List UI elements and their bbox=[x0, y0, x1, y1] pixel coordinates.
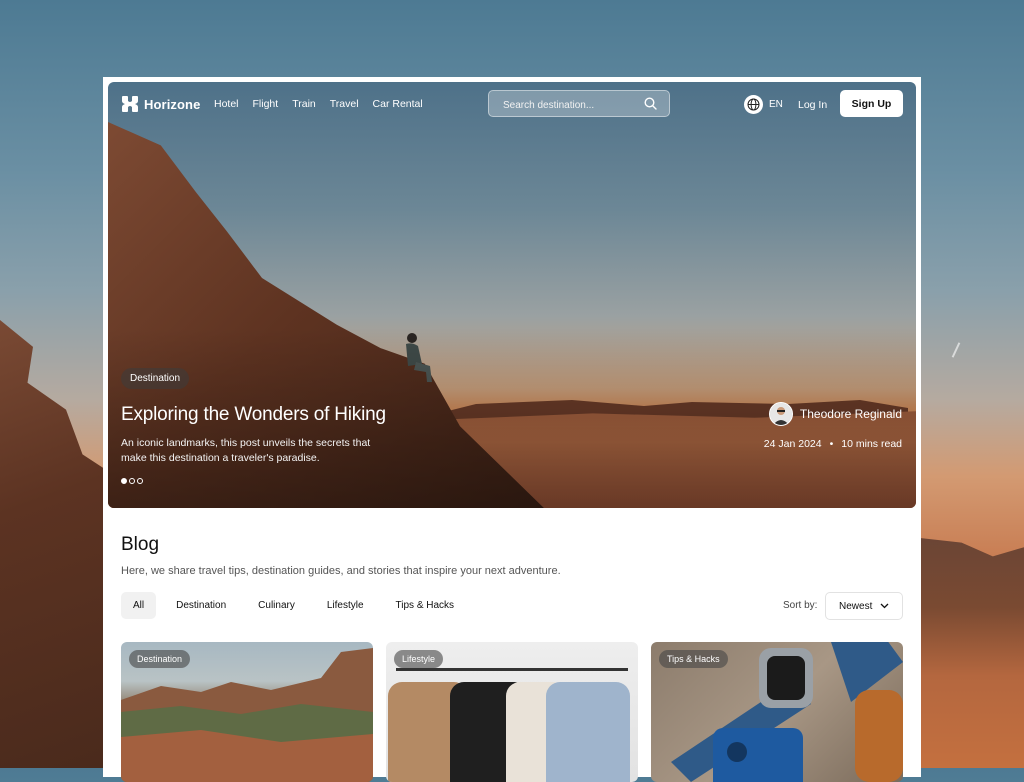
chevron-down-icon bbox=[880, 603, 889, 609]
signup-button[interactable]: Sign Up bbox=[840, 90, 903, 117]
search-input[interactable] bbox=[501, 96, 640, 114]
post-date: 24 Jan 2024 bbox=[763, 438, 822, 450]
blog-card-tips-hacks[interactable]: Tips & Hacks bbox=[651, 642, 903, 782]
hero-banner: Horizone Hotel Flight Train Travel Car R… bbox=[108, 82, 916, 508]
login-link[interactable]: Log In bbox=[798, 99, 827, 111]
nav-link-car-rental[interactable]: Car Rental bbox=[373, 98, 423, 110]
category-filters: All Destination Culinary Lifestyle Tips … bbox=[121, 592, 474, 619]
clothes-rack bbox=[396, 668, 628, 671]
hero-meta: 24 Jan 2024 • 10 mins read bbox=[764, 438, 902, 450]
sort-value: Newest bbox=[839, 600, 873, 612]
nav-link-travel[interactable]: Travel bbox=[330, 98, 359, 110]
search-icon[interactable] bbox=[644, 97, 657, 110]
sort-label: Sort by: bbox=[783, 600, 818, 611]
hero-description: An iconic landmarks, this post unveils t… bbox=[121, 437, 371, 464]
filter-all[interactable]: All bbox=[121, 592, 157, 619]
carousel-dot-3[interactable] bbox=[137, 478, 143, 484]
filter-tips-hacks[interactable]: Tips & Hacks bbox=[384, 592, 467, 619]
author-name: Theodore Reginald bbox=[799, 407, 902, 421]
nav-link-train[interactable]: Train bbox=[292, 98, 316, 110]
background-rock-left bbox=[0, 320, 110, 768]
hero-category-badge[interactable]: Destination bbox=[121, 368, 190, 389]
nav-links: Hotel Flight Train Travel Car Rental bbox=[214, 98, 423, 110]
nav-link-flight[interactable]: Flight bbox=[253, 98, 279, 110]
filter-culinary[interactable]: Culinary bbox=[246, 592, 307, 619]
language-label: EN bbox=[769, 99, 783, 110]
brand-logo[interactable]: Horizone bbox=[121, 95, 200, 113]
filter-destination[interactable]: Destination bbox=[164, 592, 238, 619]
card-category-badge: Lifestyle bbox=[394, 650, 444, 668]
sort-dropdown[interactable]: Newest bbox=[825, 592, 903, 620]
read-time: 10 mins read bbox=[841, 438, 902, 450]
search-box bbox=[488, 90, 670, 117]
language-selector[interactable]: EN bbox=[744, 95, 783, 114]
card-category-badge: Destination bbox=[129, 650, 191, 668]
blog-subtitle: Here, we share travel tips, destination … bbox=[121, 565, 561, 577]
carousel-dot-1[interactable] bbox=[121, 478, 127, 484]
meta-separator: • bbox=[829, 438, 834, 450]
blog-title: Blog bbox=[121, 534, 160, 555]
blog-card-destination[interactable]: Destination bbox=[121, 642, 373, 782]
nav-link-hotel[interactable]: Hotel bbox=[214, 98, 239, 110]
blog-card-lifestyle[interactable]: Lifestyle bbox=[386, 642, 638, 782]
avatar bbox=[768, 402, 793, 426]
card-category-badge: Tips & Hacks bbox=[659, 650, 728, 668]
brand-name: Horizone bbox=[144, 96, 201, 112]
background-rock-right bbox=[920, 538, 1024, 768]
hero-title[interactable]: Exploring the Wonders of Hiking bbox=[121, 404, 386, 426]
coat-denim bbox=[546, 682, 630, 782]
page-frame: Horizone Hotel Flight Train Travel Car R… bbox=[103, 77, 921, 782]
carousel-dots bbox=[121, 478, 143, 484]
globe-icon bbox=[744, 95, 763, 114]
carousel-dot-2[interactable] bbox=[129, 478, 135, 484]
filter-lifestyle[interactable]: Lifestyle bbox=[315, 592, 376, 619]
logo-icon bbox=[122, 96, 138, 112]
background-streak bbox=[951, 342, 961, 358]
top-nav: Horizone Hotel Flight Train Travel Car R… bbox=[108, 82, 916, 128]
hero-author[interactable]: Theodore Reginald bbox=[768, 402, 902, 426]
